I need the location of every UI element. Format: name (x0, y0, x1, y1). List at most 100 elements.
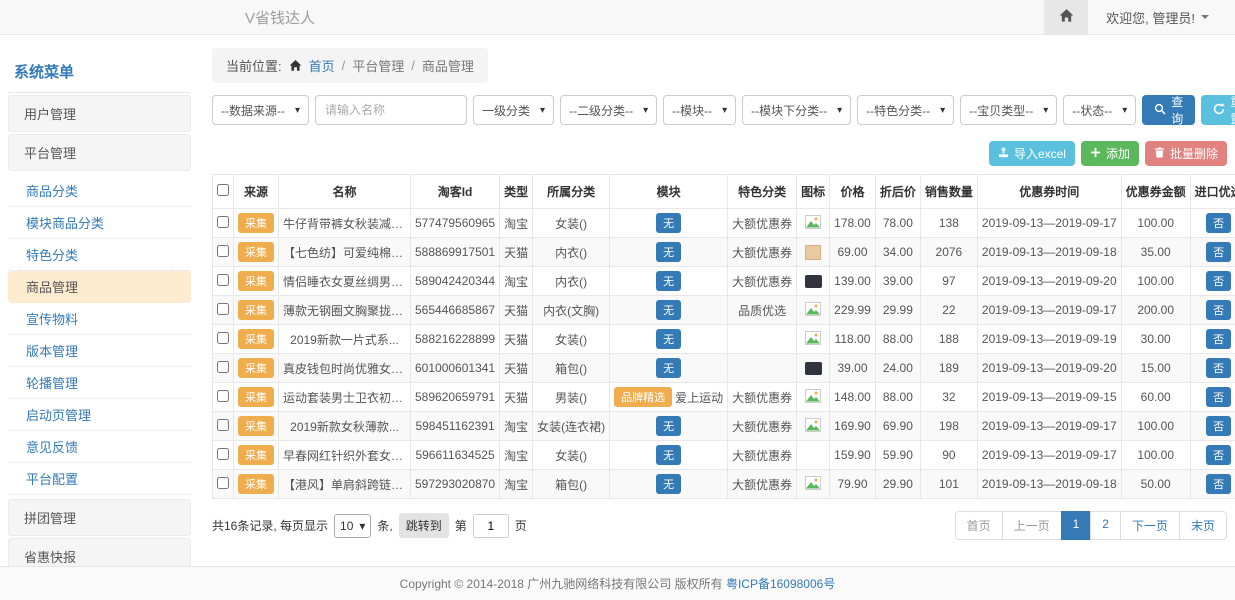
row-checkbox[interactable] (217, 332, 229, 344)
search-button[interactable]: 查询 (1142, 95, 1195, 125)
sidebar-subitem[interactable]: 商品管理 (8, 271, 191, 303)
sidebar-subitem[interactable]: 版本管理 (8, 335, 191, 367)
sidebar-group[interactable]: 拼团管理 (8, 499, 191, 536)
select-all-checkbox[interactable] (217, 184, 229, 196)
filter-select[interactable]: --状态--▾ (1063, 95, 1136, 125)
source-cell: 采集 (234, 209, 279, 238)
import-select-cell: 否 (1190, 238, 1235, 267)
sidebar-subitem[interactable]: 宣传物料 (8, 303, 191, 335)
product-type: 淘宝 (500, 209, 533, 238)
home-icon (289, 58, 302, 73)
discount-price: 34.00 (875, 238, 920, 267)
reset-button[interactable]: 重置 (1201, 95, 1235, 125)
import-select-toggle[interactable]: 否 (1206, 213, 1231, 233)
sidebar-subitem[interactable]: 商品分类 (8, 175, 191, 207)
home-button[interactable] (1044, 0, 1088, 34)
taoke-id: 577479560965 (411, 209, 500, 238)
filter-select[interactable]: --模块--▾ (663, 95, 736, 125)
sidebar-group[interactable]: 省惠快报 (8, 538, 191, 568)
sales-count: 138 (920, 209, 977, 238)
page-button[interactable]: 2 (1090, 511, 1121, 540)
name-filter-input[interactable] (315, 95, 467, 125)
discount-price: 88.00 (875, 383, 920, 412)
taoke-id: 588869917501 (411, 238, 500, 267)
column-header: 优惠券时间 (977, 175, 1121, 209)
row-checkbox[interactable] (217, 419, 229, 431)
row-checkbox[interactable] (217, 303, 229, 315)
product-category: 内衣() (533, 238, 610, 267)
import-select-toggle[interactable]: 否 (1206, 474, 1231, 494)
row-checkbox[interactable] (217, 245, 229, 257)
page-suffix: 页 (515, 517, 527, 534)
row-checkbox[interactable] (217, 390, 229, 402)
footer: Copyright © 2014-2018 广州九驰网络科技有限公司 版权所有 … (0, 566, 1235, 600)
sidebar-group[interactable]: 平台管理 (8, 134, 191, 171)
discount-price: 29.99 (875, 296, 920, 325)
filter-select[interactable]: 一级分类▾ (473, 95, 554, 125)
sidebar-subitem[interactable]: 模块商品分类 (8, 207, 191, 239)
sidebar-group[interactable]: 用户管理 (8, 95, 191, 132)
import-select-toggle[interactable]: 否 (1206, 242, 1231, 262)
row-checkbox[interactable] (217, 216, 229, 228)
user-menu[interactable]: 欢迎您, 管理员! (1088, 8, 1235, 27)
product-name: 【七色纺】可爱纯棉家... (279, 238, 411, 267)
select-label: --模块下分类-- (751, 102, 827, 119)
filter-select[interactable]: --特色分类--▾ (857, 95, 954, 125)
batch-delete-label: 批量删除 (1170, 145, 1218, 162)
taoke-id: 601000601341 (411, 354, 500, 383)
filter-select[interactable]: --二级分类--▾ (560, 95, 657, 125)
discount-price: 88.00 (875, 325, 920, 354)
data-source-select[interactable]: --数据来源-- ▾ (212, 95, 309, 125)
import-select-toggle[interactable]: 否 (1206, 300, 1231, 320)
import-select-toggle[interactable]: 否 (1206, 329, 1231, 349)
import-select-toggle[interactable]: 否 (1206, 445, 1231, 465)
import-select-toggle[interactable]: 否 (1206, 358, 1231, 378)
page-number-input[interactable] (473, 514, 509, 538)
table-row: 采集薄款无钢圈文胸聚拢性...565446685867天猫内衣(文胸)无品质优选… (213, 296, 1235, 325)
sidebar-subitem[interactable]: 特色分类 (8, 239, 191, 271)
icp-link[interactable]: 粤ICP备16098006号 (726, 575, 835, 592)
import-select-toggle[interactable]: 否 (1206, 416, 1231, 436)
row-checkbox[interactable] (217, 448, 229, 460)
module-badge: 无 (656, 213, 681, 233)
column-header: 来源 (234, 175, 279, 209)
discount-price: 59.90 (875, 441, 920, 470)
import-select-toggle[interactable]: 否 (1206, 271, 1231, 291)
page-size-select[interactable]: 10 ▾ (334, 514, 371, 538)
taoke-id: 589620659791 (411, 383, 500, 412)
page-button[interactable]: 1 (1061, 511, 1092, 540)
sidebar-subitem[interactable]: 意见反馈 (8, 431, 191, 463)
batch-delete-button[interactable]: 批量删除 (1145, 141, 1227, 166)
product-name: 情侣睡衣女夏丝绸男士... (279, 267, 411, 296)
products-table: 来源名称淘客Id类型所属分类模块特色分类图标价格折后价销售数量优惠券时间优惠券金… (212, 174, 1235, 499)
import-excel-button[interactable]: 导入excel (989, 141, 1075, 166)
add-button[interactable]: 添加 (1081, 141, 1139, 166)
page-button[interactable]: 首页 (955, 511, 1003, 540)
chevron-down-icon: ▾ (643, 105, 648, 116)
breadcrumb-home-link[interactable]: 首页 (309, 56, 335, 75)
page-button[interactable]: 末页 (1179, 511, 1227, 540)
product-type: 天猫 (500, 296, 533, 325)
coupon-time: 2019-09-13—2019-09-17 (977, 412, 1121, 441)
thumbnail-cell (797, 325, 830, 354)
chevron-down-icon: ▾ (1043, 105, 1048, 116)
filter-select[interactable]: --模块下分类--▾ (742, 95, 851, 125)
row-checkbox[interactable] (217, 361, 229, 373)
table-row: 采集【七色纺】可爱纯棉家...588869917501天猫内衣()无大额优惠券6… (213, 238, 1235, 267)
refresh-icon (1213, 103, 1225, 118)
row-checkbox[interactable] (217, 477, 229, 489)
table-row: 采集情侣睡衣女夏丝绸男士...589042420344淘宝内衣()无大额优惠券1… (213, 267, 1235, 296)
product-category: 女装() (533, 441, 610, 470)
import-select-toggle[interactable]: 否 (1206, 387, 1231, 407)
feature-category (728, 354, 797, 383)
filter-select[interactable]: --宝贝类型--▾ (960, 95, 1057, 125)
jump-button[interactable]: 跳转到 (399, 513, 449, 538)
page-button[interactable]: 下一页 (1120, 511, 1180, 540)
coupon-time: 2019-09-13—2019-09-19 (977, 325, 1121, 354)
sidebar-subitem[interactable]: 轮播管理 (8, 367, 191, 399)
sidebar-subitem[interactable]: 平台配置 (8, 463, 191, 495)
row-checkbox[interactable] (217, 274, 229, 286)
source-badge: 采集 (238, 213, 274, 233)
sidebar-subitem[interactable]: 启动页管理 (8, 399, 191, 431)
page-button[interactable]: 上一页 (1002, 511, 1062, 540)
